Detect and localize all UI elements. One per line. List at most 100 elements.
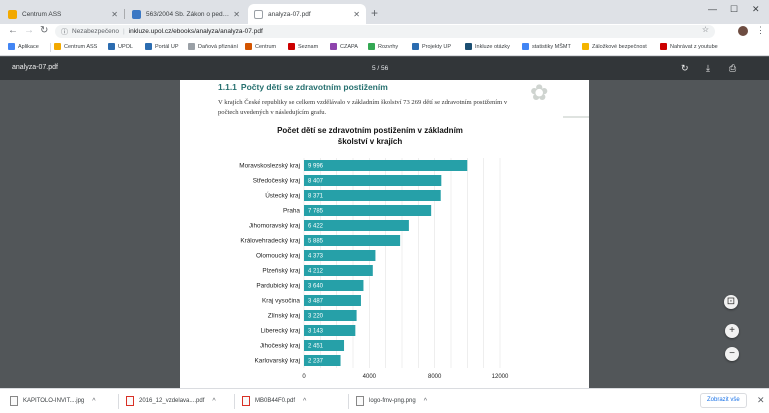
- x-tick-label: 4000: [363, 374, 377, 380]
- bookmark-item[interactable]: Nahrávat z youtube: [660, 43, 718, 50]
- chevron-up-icon[interactable]: ^: [424, 398, 427, 405]
- security-label: Nezabezpečeno: [72, 28, 119, 35]
- category-label: Moravskoslezský kraj: [239, 163, 300, 170]
- download-item[interactable]: logo-fmv-png.png ^: [356, 396, 427, 406]
- download-filename: KAPITOLO-INVIT....jpg: [23, 398, 85, 404]
- bookmark-icon: [582, 43, 589, 50]
- bookmark-icon: [54, 43, 61, 50]
- profile-avatar[interactable]: [738, 26, 748, 36]
- image-file-icon: [356, 396, 364, 406]
- pdf-page: ✿ 1.1.1 Počty dětí se zdravotním postižen…: [180, 80, 589, 388]
- bookmark-item[interactable]: UPOL: [108, 43, 133, 50]
- section-title: 1.1.1 Počty dětí se zdravotním postižením: [218, 82, 388, 92]
- category-label: Ústecký kraj: [265, 191, 300, 200]
- download-filename: logo-fmv-png.png: [369, 398, 416, 404]
- bookmark-icon: [660, 43, 667, 50]
- tab-centrum-ass[interactable]: Centrum ASS ✕: [2, 4, 124, 24]
- bookmark-item[interactable]: Daňová přiznání: [188, 43, 238, 50]
- chart-title-line-1: Počet dětí se zdravotním postižením v zá…: [277, 126, 463, 135]
- chevron-up-icon[interactable]: ^: [212, 398, 215, 405]
- download-filename: 2016_12_vzdelava....pdf: [139, 398, 205, 404]
- minimize-icon[interactable]: —: [708, 4, 717, 14]
- bookmark-icon: [412, 43, 419, 50]
- tab-title: 563/2004 Sb. Zákon o pedagogick: [146, 10, 230, 18]
- bookmark-icon: [145, 43, 152, 50]
- fit-page-button[interactable]: ⊡: [724, 295, 738, 309]
- chevron-up-icon[interactable]: ^: [303, 398, 306, 405]
- show-all-downloads-button[interactable]: Zobrazit vše: [700, 393, 747, 408]
- menu-icon[interactable]: ⋮: [756, 25, 765, 36]
- bookmark-item[interactable]: Centrum: [245, 43, 276, 50]
- bookmark-label: Záložkové bezpečnost: [592, 43, 647, 50]
- category-label: Plzeňský kraj: [262, 268, 300, 275]
- x-tick-label: 8000: [428, 374, 442, 380]
- data-label: 8 407: [308, 179, 324, 185]
- data-label: 2 451: [308, 344, 324, 350]
- close-icon[interactable]: ✕: [233, 10, 240, 19]
- forward-icon[interactable]: →: [24, 25, 34, 36]
- bookmark-star-icon[interactable]: ☆: [702, 25, 709, 34]
- print-icon[interactable]: ⎙: [729, 63, 736, 74]
- close-icon[interactable]: ✕: [757, 395, 765, 406]
- bookmark-label: Rozvrhy: [378, 43, 399, 50]
- divider: [118, 394, 119, 409]
- download-icon[interactable]: ⤓: [706, 63, 710, 74]
- category-label: Jihomoravský kraj: [249, 223, 300, 230]
- data-label: 8 371: [308, 194, 324, 200]
- zoom-out-button[interactable]: −: [725, 347, 739, 361]
- back-icon[interactable]: ←: [8, 25, 18, 36]
- download-filename: MB0B44F0.pdf: [255, 398, 296, 404]
- decorative-line: [563, 116, 589, 118]
- divider: [234, 394, 235, 409]
- maximize-icon[interactable]: ☐: [730, 4, 738, 15]
- info-icon[interactable]: ⓘ: [61, 27, 68, 37]
- bookmark-item[interactable]: Portál UP: [145, 43, 179, 50]
- bookmark-item[interactable]: Inkluze otázky: [465, 43, 510, 50]
- download-item[interactable]: MB0B44F0.pdf ^: [242, 396, 306, 406]
- bar-chart: Moravskoslezský kraj 9 996 Středočeský kra…: [239, 158, 509, 380]
- x-tick-label: 12000: [492, 374, 509, 380]
- bookmark-item[interactable]: Projekty UP: [412, 43, 451, 50]
- chevron-up-icon[interactable]: ^: [92, 398, 95, 405]
- bookmark-icon: [465, 43, 472, 50]
- address-bar[interactable]: ⓘ Nezabezpečeno | inkluze.upol.cz/ebooks…: [55, 25, 715, 38]
- category-label: Praha: [283, 208, 300, 215]
- close-icon[interactable]: ✕: [111, 10, 118, 19]
- bookmark-item[interactable]: Rozvrhy: [368, 43, 398, 50]
- intro-paragraph: V krajích České republiky se celkem vzdě…: [218, 99, 508, 116]
- download-item[interactable]: KAPITOLO-INVIT....jpg ^: [10, 396, 96, 406]
- category-label: Středočeský kraj: [253, 178, 300, 185]
- divider: [50, 43, 51, 52]
- bookmark-item[interactable]: CZAPA: [330, 43, 358, 50]
- window-close-icon[interactable]: ✕: [752, 4, 760, 15]
- bookmark-item[interactable]: Seznam: [288, 43, 318, 50]
- bar: [304, 205, 432, 216]
- bookmark-apps[interactable]: Aplikace: [8, 43, 39, 50]
- decorative-ornament: ✿: [530, 80, 549, 105]
- rotate-icon[interactable]: ↻: [681, 63, 689, 74]
- bookmark-item[interactable]: statistiky MŠMT: [522, 43, 571, 50]
- zoom-in-button[interactable]: +: [725, 324, 739, 338]
- tab-favicon-icon: [132, 9, 141, 19]
- tab-analyza-pdf[interactable]: analyza-07.pdf ✕: [248, 4, 366, 24]
- page-indicator[interactable]: 5 / 56: [372, 65, 388, 72]
- data-label: 5 885: [308, 239, 324, 245]
- download-item[interactable]: 2016_12_vzdelava....pdf ^: [126, 396, 216, 406]
- bookmark-icon: [245, 43, 252, 50]
- reload-icon[interactable]: ↻: [40, 25, 48, 36]
- data-label: 3 143: [308, 329, 324, 335]
- new-tab-button[interactable]: +: [371, 6, 378, 20]
- data-label: 3 487: [308, 299, 324, 305]
- tab-zakon[interactable]: 563/2004 Sb. Zákon o pedagogick ✕: [126, 4, 246, 24]
- image-file-icon: [10, 396, 18, 406]
- bookmark-item[interactable]: Záložkové bezpečnost: [582, 43, 647, 50]
- data-label: 3 640: [308, 284, 324, 290]
- bookmark-label: Centrum: [255, 43, 277, 50]
- data-label: 4 212: [308, 269, 324, 275]
- data-label: 3 220: [308, 314, 324, 320]
- data-label: 9 996: [308, 164, 324, 170]
- bookmark-item[interactable]: Centrum ASS: [54, 43, 97, 50]
- apps-icon: [8, 43, 15, 50]
- bookmark-icon: [522, 43, 529, 50]
- close-icon[interactable]: ✕: [353, 10, 360, 19]
